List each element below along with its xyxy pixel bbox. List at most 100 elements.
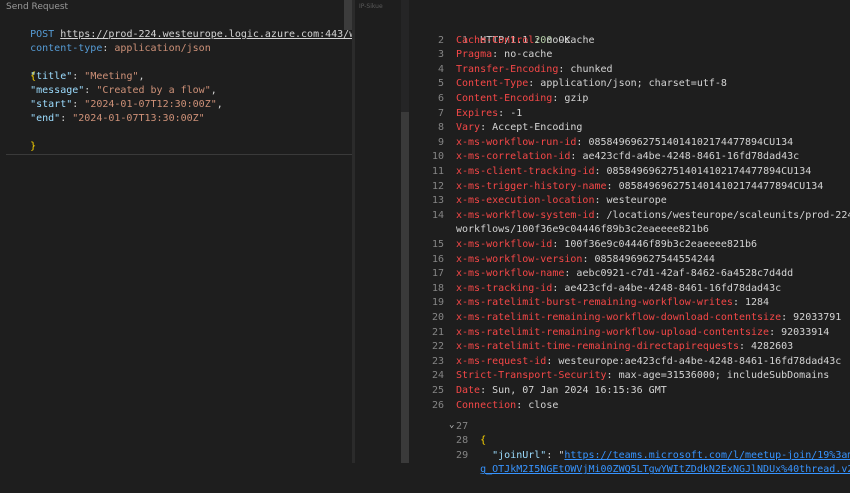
response-header-value: ae423cfd-a4be-4248-8461-16fd78dad43c — [564, 282, 782, 294]
line-number: 20 — [431, 312, 444, 323]
body-field-value: "2024-01-07T13:30:00Z" — [72, 113, 205, 124]
response-tab-label: IP-Sikue — [359, 3, 383, 10]
body-close-brace-line: } — [6, 126, 36, 168]
joinurl-link-continued[interactable]: g_OTJkM2I5NGEtOWVjMi00ZWQ5LTgwYWItZDdkN2… — [480, 464, 850, 475]
response-header-key: Content-Type — [456, 78, 529, 90]
colon: : — [606, 180, 619, 192]
colon: : — [72, 99, 85, 110]
status-line: 1 HTTP/1.1 200 OK — [411, 19, 570, 46]
colon: : — [528, 78, 541, 90]
response-header-key: x-ms-trigger-history-name — [456, 180, 607, 192]
line-number: 19 — [431, 297, 444, 309]
response-header-line: 4 Transfer-Encoding: chunked — [411, 63, 613, 78]
header-separator: : — [102, 43, 115, 54]
send-request-codelens[interactable]: Send Request — [6, 2, 68, 12]
response-header-key: x-ms-request-id — [456, 355, 547, 367]
response-header-line: 20 x-ms-ratelimit-remaining-workflow-down… — [411, 311, 841, 326]
response-header-value: westeurope — [606, 195, 667, 207]
request-editor[interactable]: Send Request POST https://prod-224.weste… — [0, 0, 352, 463]
header-key: content-type — [30, 43, 103, 54]
response-header-line: 19 x-ms-ratelimit-burst-remaining-workflo… — [411, 296, 769, 311]
colon: : — [552, 93, 565, 104]
response-header-value: Accept-Encoding — [492, 122, 583, 134]
colon: : — [534, 34, 547, 46]
response-header-line: 21 x-ms-ratelimit-remaining-workflow-uplo… — [411, 326, 829, 341]
fold-chevron-icon[interactable]: ⌄ — [449, 420, 454, 430]
response-header-value: no-cache — [546, 34, 595, 46]
response-header-value: chunked — [570, 63, 613, 75]
colon: : — [594, 166, 607, 177]
line-number: 9 — [437, 136, 444, 148]
body-field-key: "title" — [30, 71, 73, 82]
colon: : — [594, 209, 607, 221]
response-header-key: Strict-Transport-Security — [456, 370, 607, 382]
response-header-value: 1284 — [745, 297, 770, 309]
colon: : — [606, 370, 619, 382]
response-header-line: 24 Strict-Transport-Security: max-age=315… — [411, 369, 829, 384]
body-field-key: "message" — [30, 85, 85, 96]
response-header-value: 08584969627514014102174477894CU134 — [606, 166, 812, 177]
line-number: 17 — [431, 268, 444, 280]
response-header-key: x-ms-workflow-run-id — [456, 136, 577, 148]
response-header-value: /locations/westeurope/scaleunits/prod-22… — [606, 209, 850, 221]
response-header-line: 5 Content-Type: application/json; charset… — [411, 77, 727, 92]
body-field-key: "end" — [30, 113, 61, 124]
response-tab[interactable]: IP-Sikue — [355, 0, 402, 14]
response-header-line: 18 x-ms-tracking-id: ae423cfd-a4be-4248-8… — [411, 282, 781, 297]
response-header-key: x-ms-tracking-id — [456, 282, 553, 294]
blank-line: 27 — [411, 405, 480, 432]
response-header-value: Sun, 07 Jan 2024 16:15:36 GMT — [492, 385, 667, 396]
response-header-key: x-ms-workflow-system-id — [456, 209, 595, 221]
colon: : — [576, 136, 589, 148]
response-header-line: 22 x-ms-ratelimit-time-remaining-directap… — [411, 340, 793, 355]
colon: : — [732, 297, 745, 309]
response-header-line: 13 x-ms-execution-location: westeurope — [411, 194, 667, 209]
colon: : — [492, 49, 505, 61]
response-header-line: 7 Expires: -1 — [411, 107, 522, 122]
joinurl-line-wrap: g_OTJkM2I5NGEtOWVjMi00ZWQ5LTgwYWItZDdkN2… — [411, 449, 850, 475]
response-header-key: x-ms-workflow-id — [456, 239, 553, 250]
response-header-key: Cache-Control — [456, 34, 535, 46]
line-number: 6 — [437, 93, 444, 104]
line-number: 4 — [437, 63, 444, 75]
trailing-comma: , — [210, 85, 217, 96]
joinurl-line: 29 "joinUrl": "https://teams.microsoft.c… — [411, 434, 850, 461]
response-header-key: x-ms-ratelimit-burst-remaining-workflow-… — [456, 297, 733, 309]
header-value: application/json — [114, 43, 211, 54]
response-header-key: x-ms-workflow-name — [456, 268, 565, 280]
response-header-key: Content-Encoding — [456, 93, 553, 104]
colon: : — [546, 355, 559, 367]
response-header-key: x-ms-ratelimit-remaining-workflow-upload… — [456, 326, 770, 338]
response-header-value: 92033914 — [781, 326, 830, 338]
response-header-key: x-ms-client-tracking-id — [456, 166, 595, 177]
response-header-value: max-age=31536000; includeSubDomains — [618, 370, 830, 382]
response-viewer[interactable]: IP-Sikue 1 HTTP/1.1 200 OK 2 Cache-Control… — [355, 0, 850, 475]
response-header-value: 100f36e9c04446f89b3c2eaeeee821b6 — [564, 239, 758, 250]
colon: : — [594, 195, 607, 207]
colon: : — [480, 385, 493, 396]
response-header-key: Pragma — [456, 49, 493, 61]
right-scrollbar[interactable] — [401, 112, 409, 463]
response-header-value: 08584969627544554244 — [594, 253, 715, 265]
editor-divider — [6, 154, 352, 155]
colon: : — [72, 71, 85, 82]
response-header-key: Vary — [456, 122, 481, 134]
request-body-field: "end": "2024-01-07T13:30:00Z" — [6, 112, 205, 126]
response-header-line: 8 Vary: Accept-Encoding — [411, 121, 582, 136]
response-header-value: gzip — [564, 93, 589, 104]
left-scrollbar[interactable] — [344, 0, 352, 30]
response-header-value: ae423cfd-a4be-4248-8461-16fd78dad43c — [582, 151, 800, 163]
response-header-line: 6 Content-Encoding: gzip — [411, 92, 589, 107]
colon: : — [60, 113, 73, 124]
response-header-key: Transfer-Encoding — [456, 63, 559, 75]
line-number: 7 — [437, 107, 444, 119]
request-body-field: "message": "Created by a flow", — [6, 84, 217, 98]
line-number: 16 — [431, 253, 444, 265]
body-field-value: "Created by a flow" — [96, 85, 211, 96]
line-number: 10 — [431, 151, 444, 163]
request-header-line: content-type: application/json — [6, 28, 211, 70]
body-field-key: "start" — [30, 99, 73, 110]
colon: : — [769, 326, 782, 338]
response-header-value: application/json; charset=utf-8 — [540, 78, 727, 90]
line-number: 23 — [431, 355, 444, 367]
